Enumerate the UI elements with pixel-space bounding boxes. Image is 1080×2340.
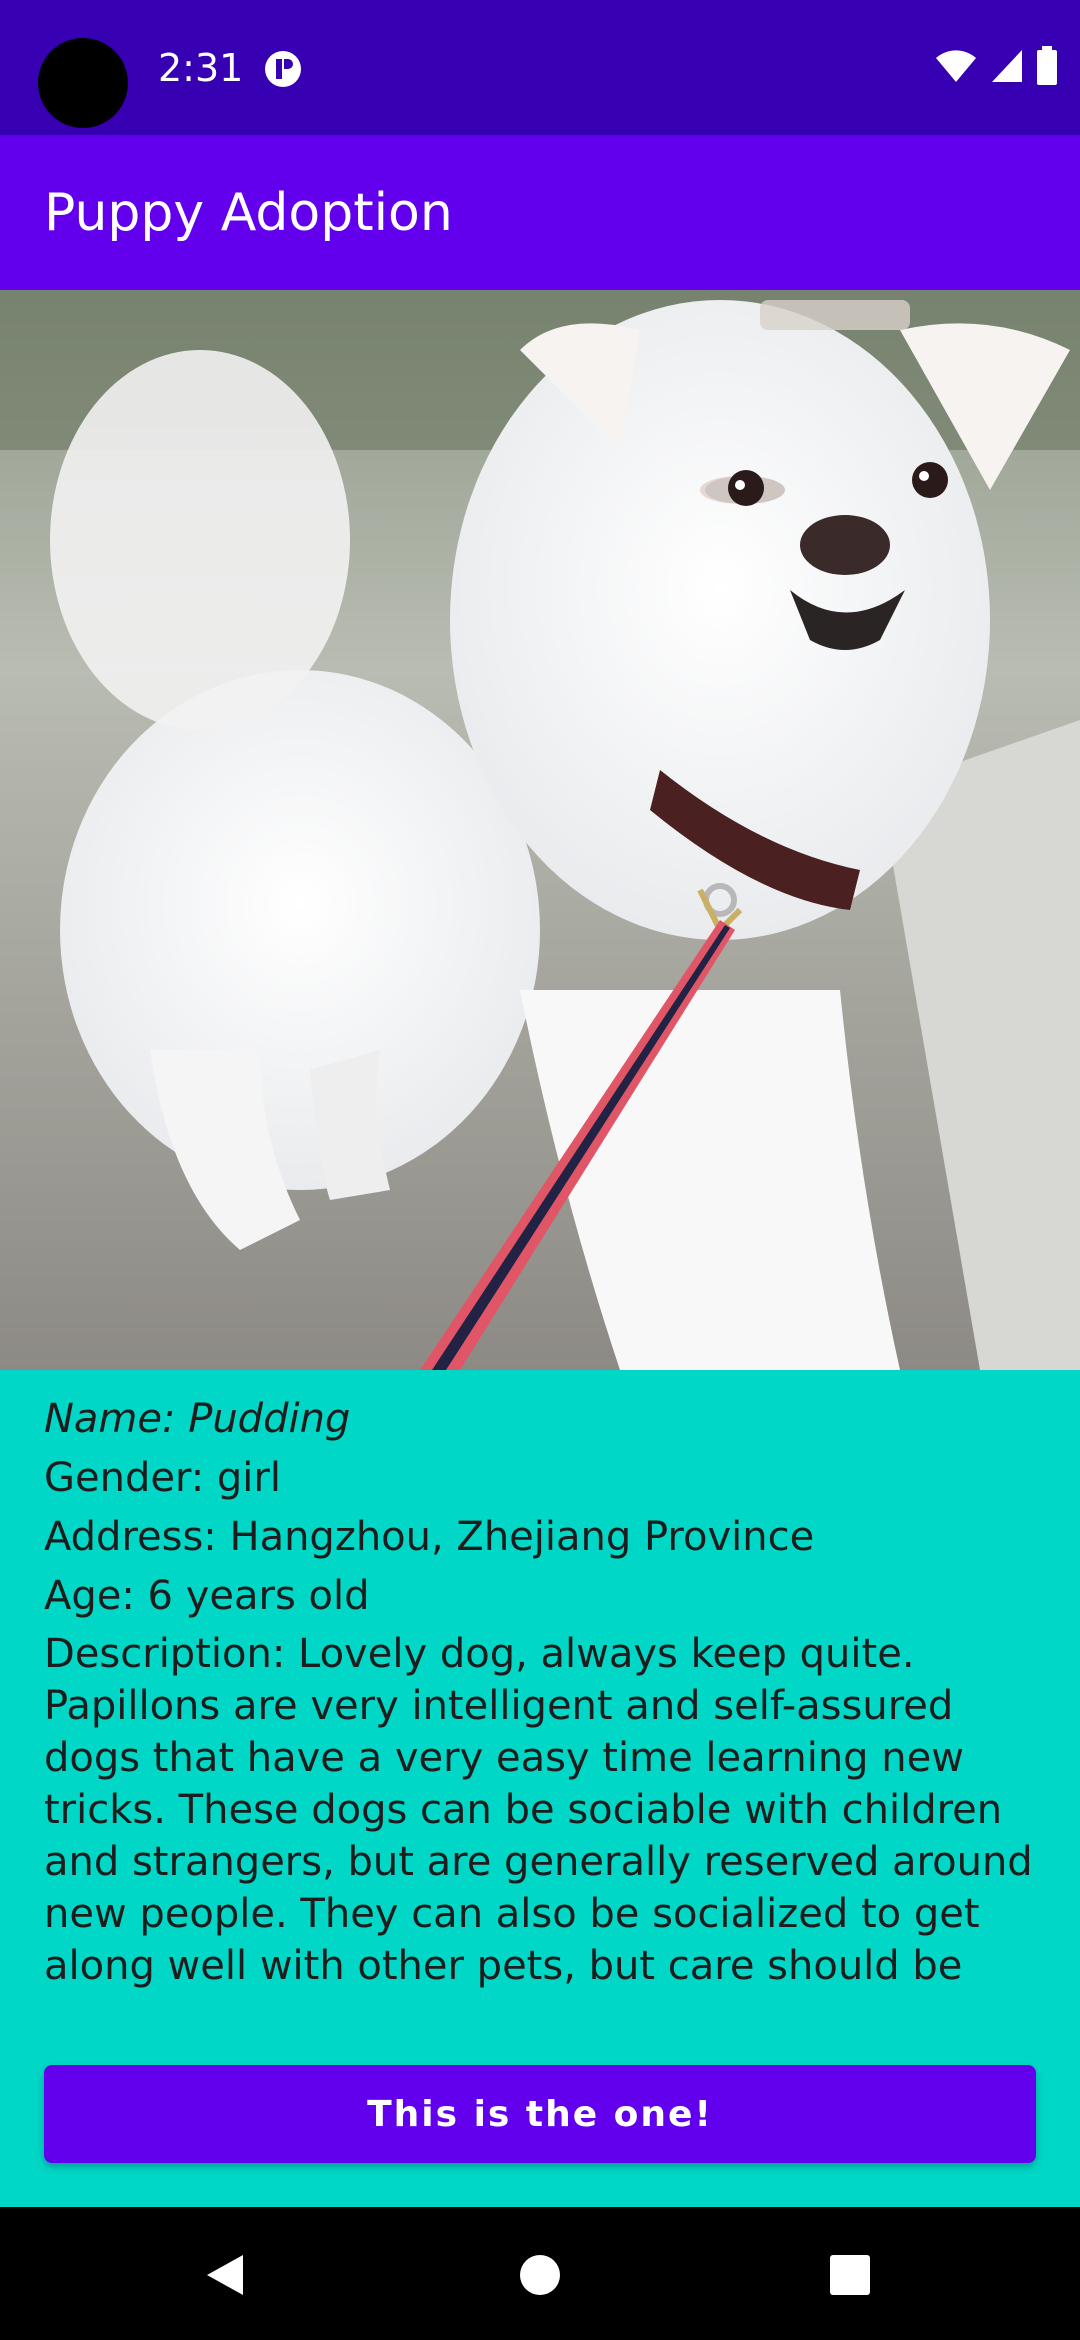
app-bar: Puppy Adoption xyxy=(0,135,1080,290)
adopt-button[interactable]: This is the one! xyxy=(44,2065,1036,2163)
app-title: Puppy Adoption xyxy=(44,183,453,243)
home-icon[interactable] xyxy=(510,2245,570,2305)
back-icon[interactable] xyxy=(195,2245,255,2305)
puppy-address: Address: Hangzhou, Zhejiang Province xyxy=(44,1514,815,1560)
battery-icon xyxy=(1036,46,1058,90)
wifi-icon xyxy=(934,48,978,88)
description-line: Description: Lovely dog, always keep qui… xyxy=(44,1631,915,1677)
app-notification-icon xyxy=(264,50,302,88)
puppy-description: Description: Lovely dog, always keep qui… xyxy=(44,1628,1044,1994)
status-bar: 2:31 xyxy=(0,0,1080,135)
description-line: and strangers, but are generally reserve… xyxy=(44,1839,1033,1885)
description-line: along well with other pets, but care sho… xyxy=(44,1943,963,1989)
status-time: 2:31 xyxy=(158,46,244,90)
description-line: Papillons are very intelligent and self-… xyxy=(44,1683,954,1729)
navigation-bar xyxy=(0,2207,1080,2340)
dog-photo xyxy=(0,290,1080,1370)
description-line: dogs that have a very easy time learning… xyxy=(44,1735,964,1781)
puppy-gender: Gender: girl xyxy=(44,1455,281,1501)
puppy-age: Age: 6 years old xyxy=(44,1573,370,1619)
camera-cutout xyxy=(38,38,128,128)
puppy-name: Name: Pudding xyxy=(44,1396,351,1442)
recents-icon[interactable] xyxy=(820,2245,880,2305)
description-line: tricks. These dogs can be sociable with … xyxy=(44,1787,1003,1833)
cell-signal-icon xyxy=(990,48,1024,88)
status-icons xyxy=(934,46,1058,90)
description-line: new people. They can also be socialized … xyxy=(44,1891,980,1937)
puppy-details: Name: Pudding Gender: girl Address: Hang… xyxy=(44,1390,1044,1994)
